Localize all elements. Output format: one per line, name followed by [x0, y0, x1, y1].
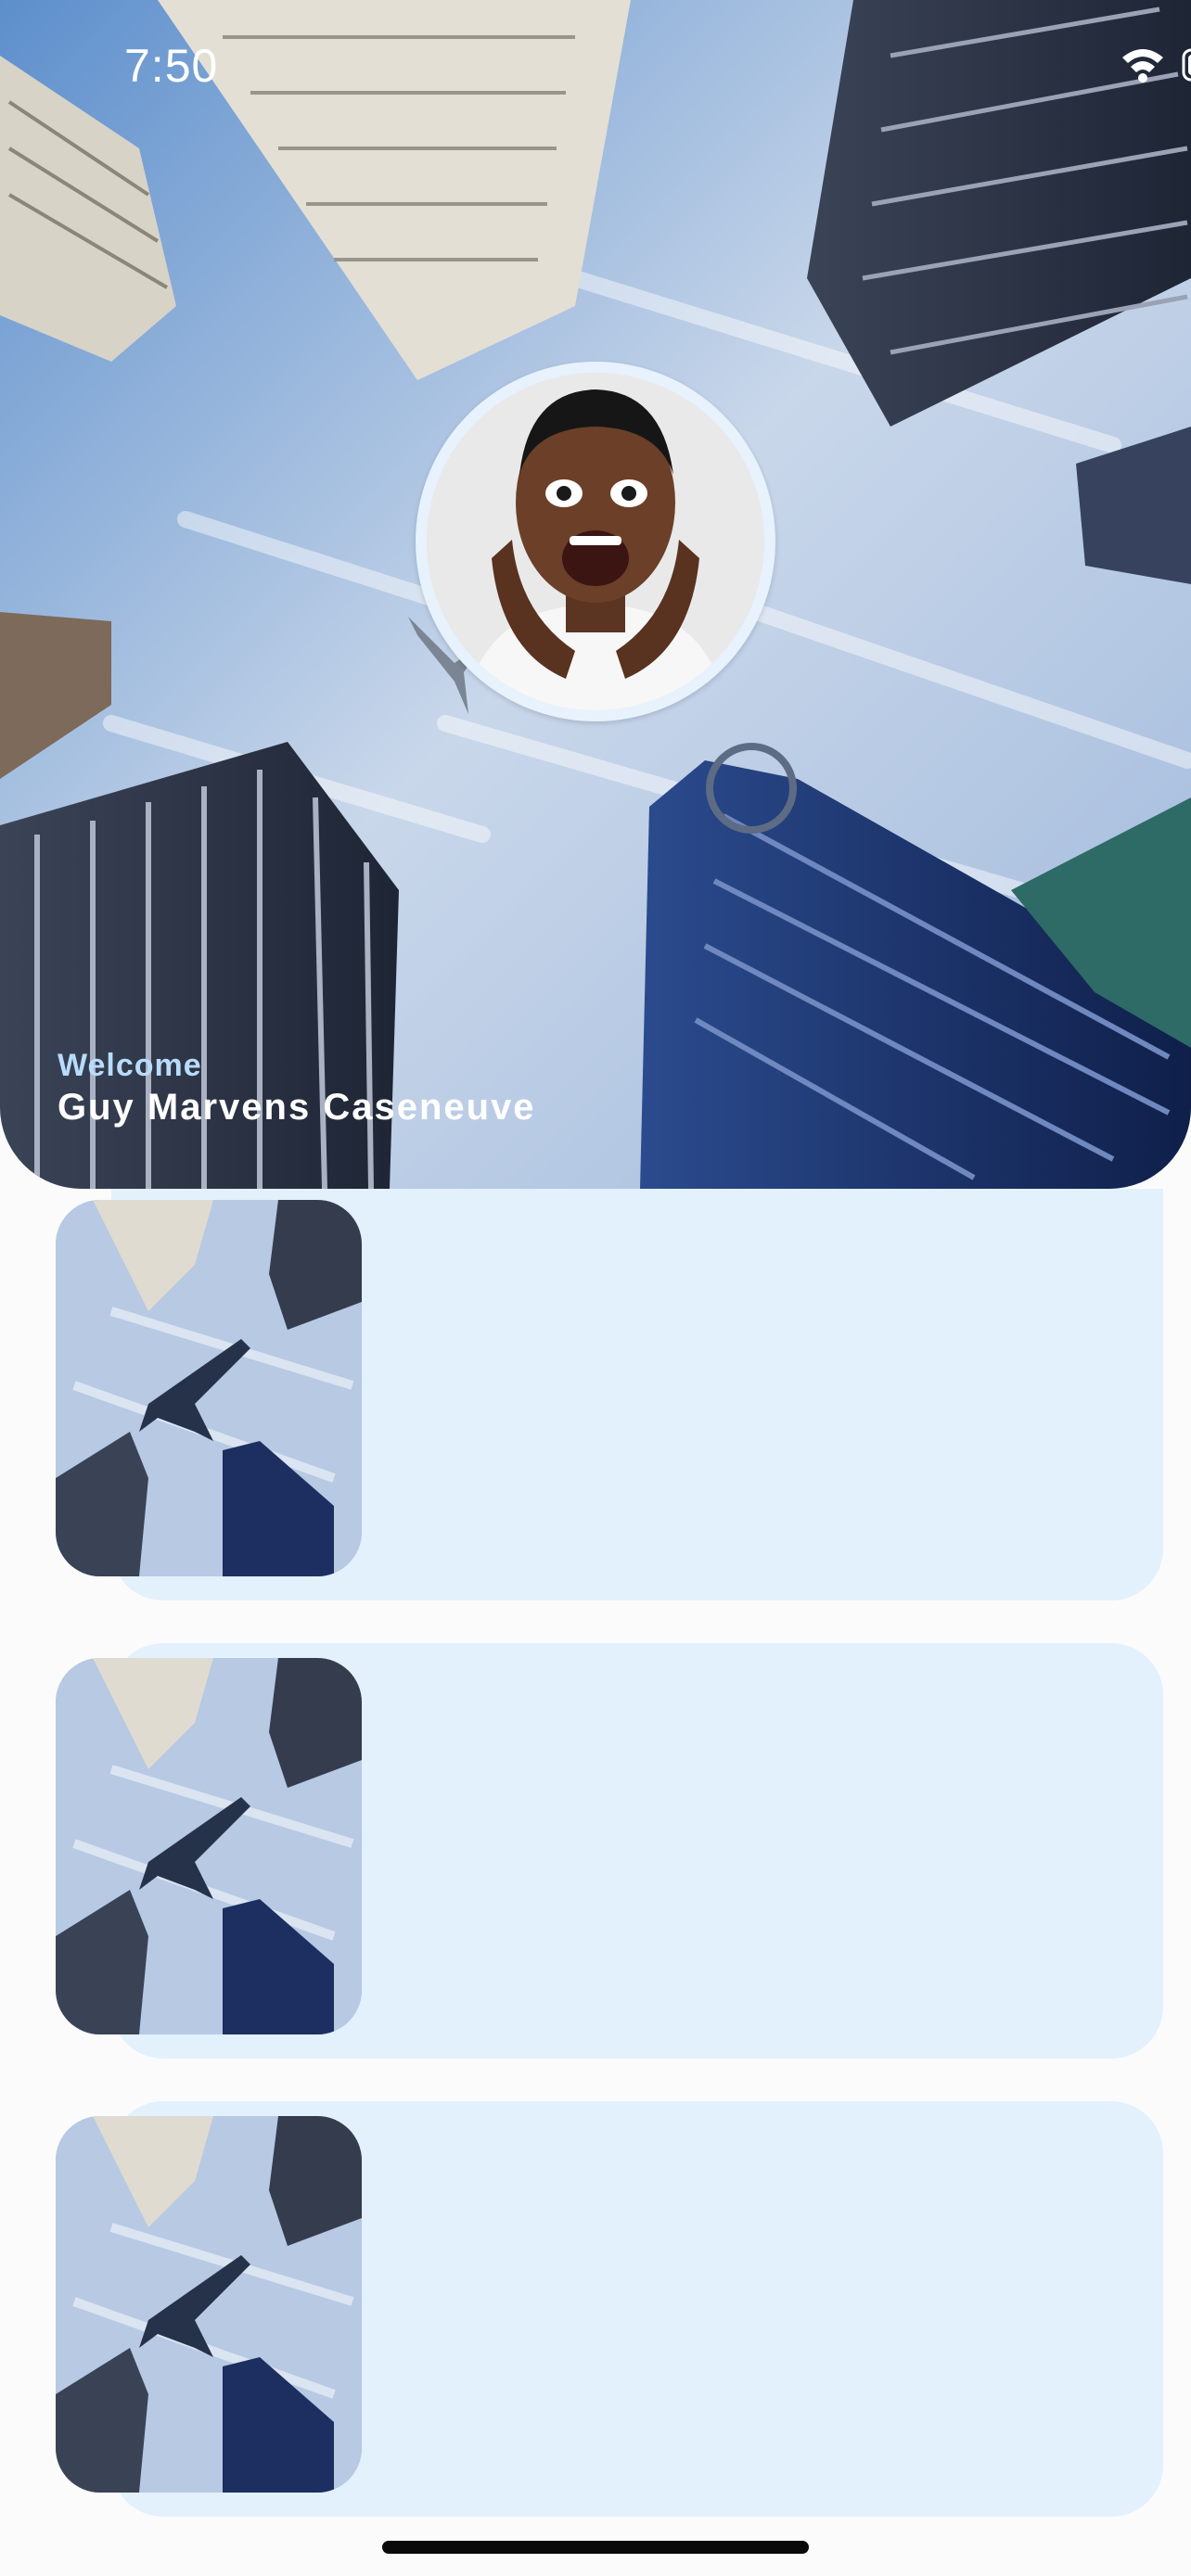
card-thumbnail: [56, 2116, 362, 2493]
home-indicator[interactable]: [382, 2541, 809, 2554]
wifi-icon: [1122, 49, 1163, 83]
app-screen: 7:50 Welcome Guy Marvens Caseneuve: [0, 0, 1191, 2576]
card-thumbnail: [56, 1200, 362, 1576]
profile-header: 7:50 Welcome Guy Marvens Caseneuve: [0, 0, 1191, 1189]
status-time: 7:50: [124, 40, 219, 92]
profile-avatar[interactable]: [416, 362, 775, 721]
battery-icon: [1182, 48, 1191, 82]
avatar-photo: [427, 373, 764, 710]
card-thumbnail: [56, 1658, 362, 2034]
user-name: Guy Marvens Caseneuve: [58, 1087, 536, 1128]
welcome-label: Welcome: [58, 1048, 202, 1083]
